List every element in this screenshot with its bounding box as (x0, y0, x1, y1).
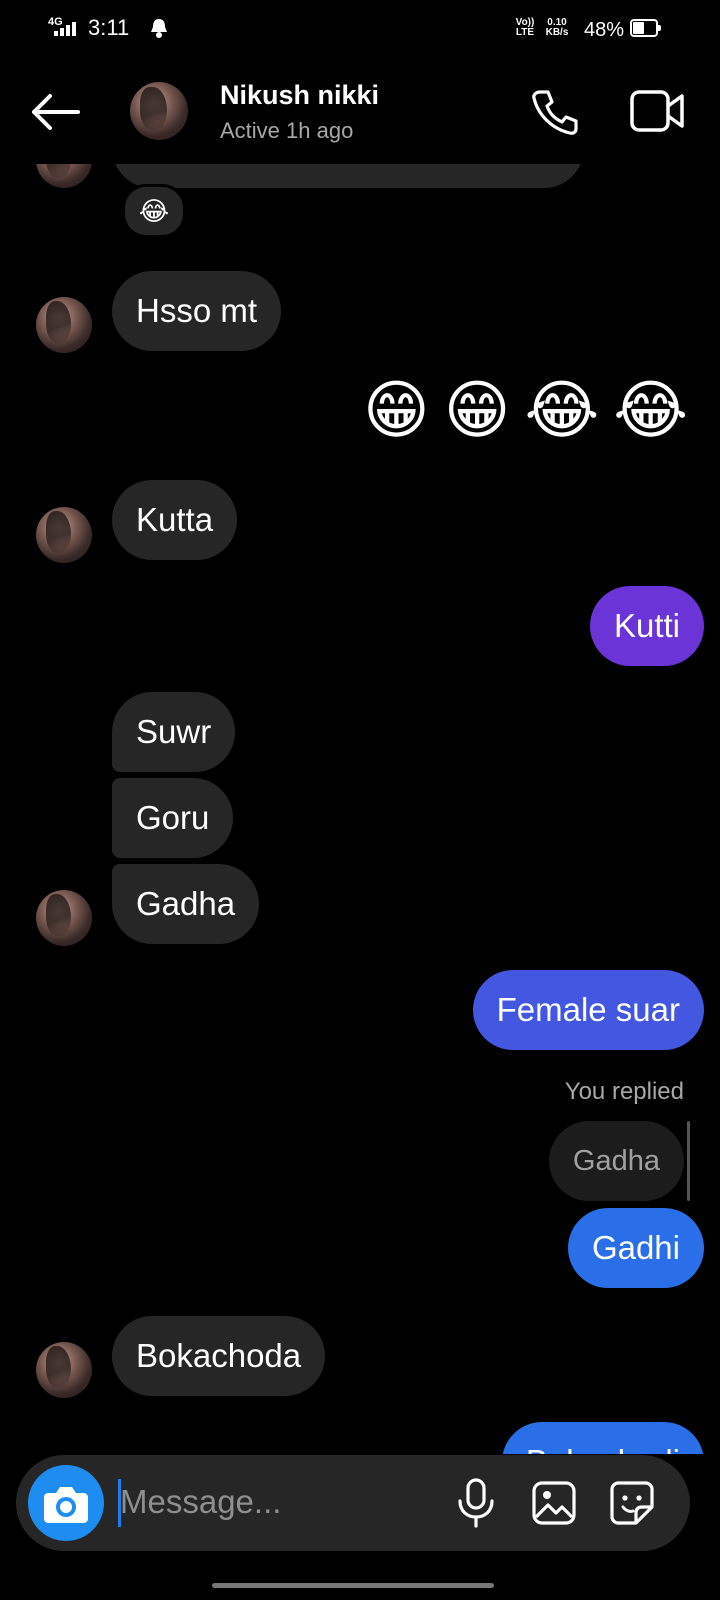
sticker-icon (610, 1481, 654, 1525)
battery-fill (633, 22, 644, 34)
voice-message-button[interactable] (454, 1477, 498, 1529)
battery-percent: 48% (584, 19, 625, 41)
message-composer: Message... (16, 1455, 690, 1551)
signal-bars-icon (54, 22, 76, 36)
sender-avatar (36, 1342, 92, 1398)
outgoing-message[interactable]: Bokachodi (501, 1422, 704, 1454)
volte-indicator: Vo)) LTE (515, 17, 535, 38)
replied-to-quote[interactable]: Gadha (548, 1121, 684, 1201)
message-list[interactable]: 😂 Hsso mt 😁 😁 😂 😂 Kutta Kutti Suwr Goru Gad… (0, 164, 720, 1454)
sticker-button[interactable] (608, 1479, 656, 1527)
incoming-message[interactable]: Suwr (112, 692, 236, 772)
outgoing-message[interactable]: Kutti (589, 586, 704, 666)
camera-button[interactable] (28, 1465, 104, 1541)
reply-label: You replied (564, 1078, 684, 1105)
contact-avatar[interactable] (130, 82, 188, 140)
message-bubble-partial[interactable] (112, 164, 584, 188)
incoming-message[interactable]: Bokachoda (112, 1316, 326, 1396)
sender-avatar (36, 890, 92, 946)
contact-name[interactable]: Nikush nikki (220, 80, 379, 111)
incoming-message[interactable]: Kutta (112, 480, 238, 560)
gallery-button[interactable] (530, 1479, 578, 1527)
status-bar: 4G 3:11 Vo)) LTE 0.10 KB/s 48% (0, 0, 720, 56)
sender-avatar (36, 507, 92, 563)
back-button[interactable] (22, 82, 82, 142)
incoming-message[interactable]: Gadha (112, 864, 260, 944)
signal-indicator: 4G (48, 16, 82, 40)
sender-avatar (36, 297, 92, 353)
video-camera-icon (630, 90, 684, 132)
reply-indicator-bar (687, 1121, 690, 1201)
emoji-grin: 😁 (363, 374, 430, 446)
emoji-laugh-tears: 😂 (524, 374, 600, 446)
notification-bell-icon (151, 19, 167, 38)
video-call-button[interactable] (628, 86, 688, 138)
outgoing-message[interactable]: Female suar (472, 970, 704, 1050)
phone-icon (532, 90, 578, 135)
reaction-emoji: 😂 (138, 196, 170, 226)
chat-header: Nikush nikki Active 1h ago (0, 60, 720, 164)
microphone-icon (458, 1478, 494, 1528)
network-speed: 0.10 KB/s (545, 17, 569, 38)
battery-icon (630, 19, 662, 37)
incoming-message[interactable]: Hsso mt (112, 271, 282, 351)
gallery-icon (532, 1481, 576, 1525)
incoming-message[interactable]: Goru (112, 778, 234, 858)
camera-icon (44, 1487, 88, 1523)
voice-call-button[interactable] (526, 84, 582, 140)
message-reaction[interactable]: 😂 (122, 184, 186, 238)
contact-active-status: Active 1h ago (220, 118, 354, 143)
back-arrow-icon (32, 94, 80, 130)
outgoing-message[interactable]: Gadhi (567, 1208, 704, 1288)
home-indicator[interactable] (212, 1583, 494, 1588)
emoji-grin: 😁 (443, 374, 511, 446)
sender-avatar (36, 164, 92, 188)
emoji-laugh-tears: 😂 (613, 374, 688, 446)
status-time: 3:11 (88, 15, 130, 40)
outgoing-emoji-message[interactable]: 😁 😁 😂 😂 (363, 370, 688, 450)
message-input-placeholder: Message... (120, 1483, 282, 1520)
